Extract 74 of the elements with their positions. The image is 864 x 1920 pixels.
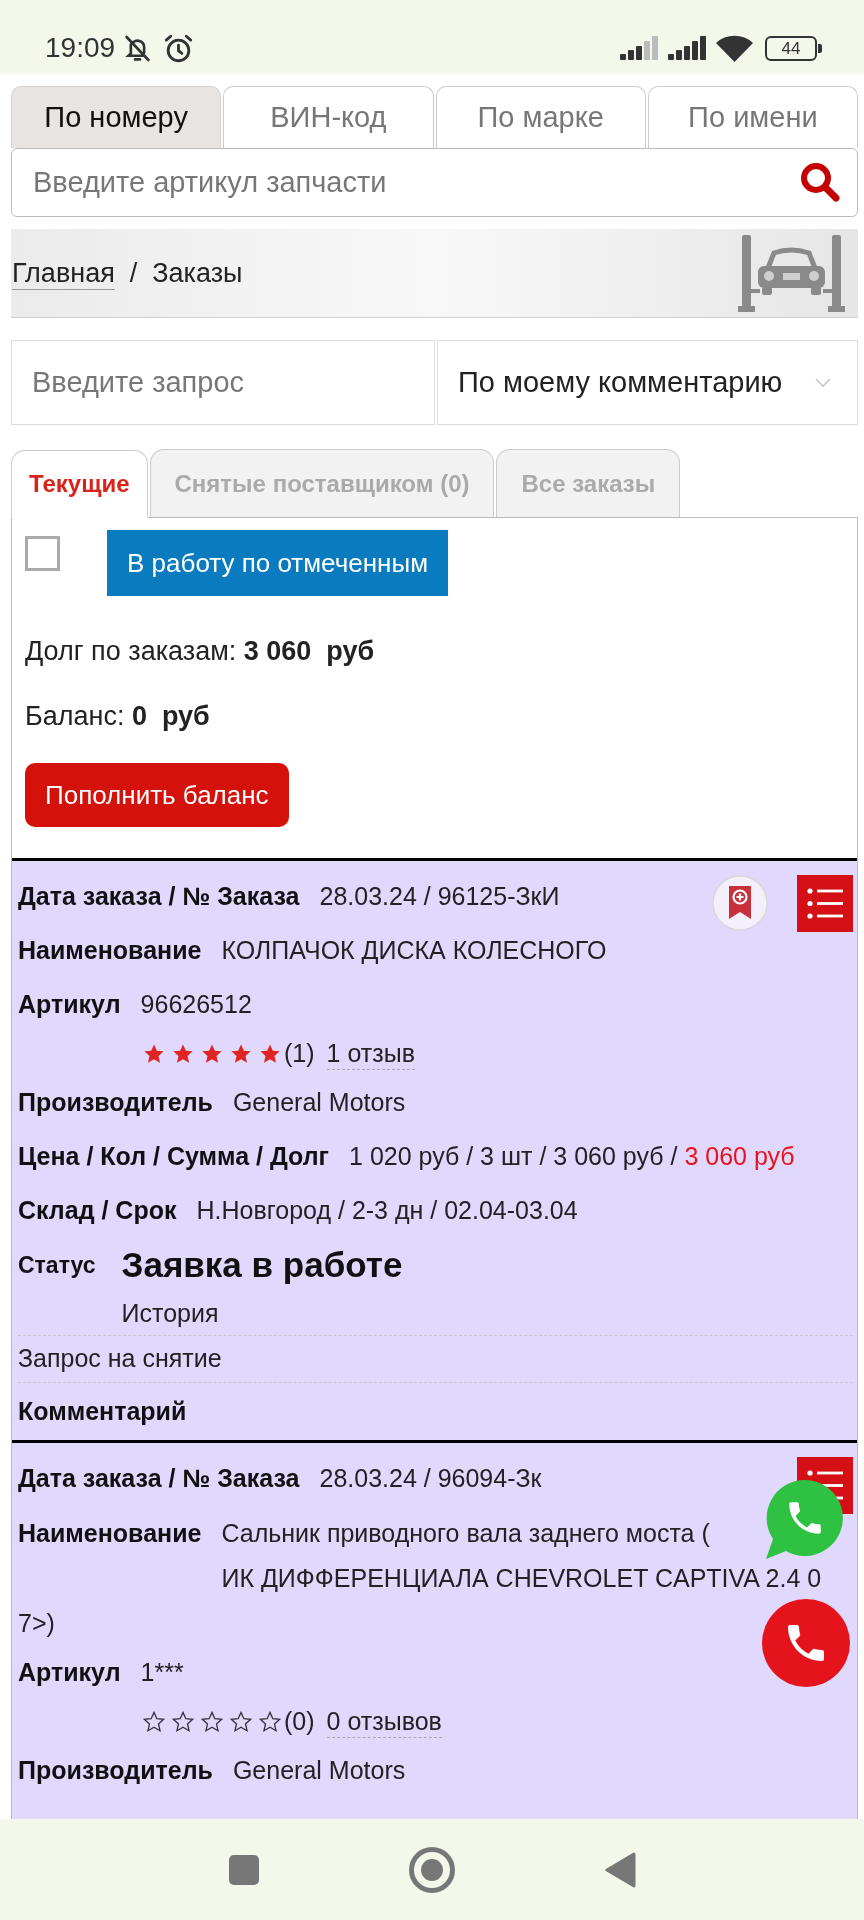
bulk-action-button[interactable]: В работу по отмеченным — [107, 530, 448, 596]
search-field[interactable]: Введите артикул запчасти — [11, 148, 858, 217]
balance-summary: Баланс: 0 руб — [25, 700, 210, 733]
order-status: Заявка в работе — [121, 1244, 403, 1287]
search-tab[interactable]: По имени — [647, 86, 858, 148]
top-up-button[interactable]: Пополнить баланс — [25, 763, 289, 827]
rating-count: (1) — [284, 1038, 315, 1070]
field-value: Н.Новгород / 2-3 дн / 02.04-03.04 — [196, 1195, 578, 1227]
breadcrumb-link[interactable]: Главная — [12, 252, 115, 294]
car-lift-icon — [738, 234, 845, 312]
field-label: Дата заказа / № Заказа — [18, 1463, 300, 1495]
query-field[interactable]: Введите запрос — [11, 340, 435, 425]
field-label: Дата заказа / № Заказа — [18, 881, 300, 913]
field-value: 96626512 — [140, 989, 252, 1021]
debt-value: 3 060 руб — [684, 1141, 795, 1173]
field-value-line: ИК ДИФФЕРЕНЦИАЛА CHEVROLET CAPTIVA 2.4 0 — [221, 1566, 822, 1591]
field-label: Производитель — [18, 1755, 213, 1787]
star-icon — [259, 1711, 281, 1733]
field-value: 1*** — [140, 1657, 184, 1689]
star-icon — [259, 1043, 281, 1065]
signal-icon — [620, 36, 659, 60]
cancel-request-link[interactable]: Запрос на снятие — [18, 1340, 222, 1378]
field-value-line: Сальник приводного вала заднего моста ( — [221, 1521, 710, 1546]
alarm-clock-icon — [163, 32, 195, 64]
signal-icon — [668, 36, 707, 60]
field-value: КОЛПАЧОК ДИСКА КОЛЕСНОГО — [221, 935, 607, 967]
star-icon — [172, 1043, 194, 1065]
sort-select[interactable]: По моему комментарию — [437, 340, 858, 425]
wifi-icon — [716, 34, 753, 62]
star-icon — [172, 1711, 194, 1733]
star-icon — [201, 1711, 223, 1733]
order-tab[interactable]: Текущие — [11, 450, 148, 518]
rating-count: (0) — [284, 1706, 315, 1738]
field-label: Цена / Кол / Сумма / Долг — [18, 1141, 330, 1173]
home-icon[interactable] — [408, 1846, 455, 1893]
recent-apps-icon[interactable] — [228, 1854, 259, 1885]
field-value: General Motors — [232, 1755, 406, 1787]
field-value-line: 7>) — [18, 1611, 55, 1636]
field-label: Наименование — [18, 1521, 202, 1546]
reviews-link[interactable]: 0 отзывов — [326, 1705, 442, 1739]
field-label: Наименование — [18, 935, 202, 967]
status-time: 19:09 — [45, 34, 116, 62]
field-value: General Motors — [232, 1087, 406, 1119]
chevron-down-icon — [815, 377, 831, 388]
field-label: Артикул — [18, 1657, 121, 1689]
field-value: 1 020 руб / 3 шт / 3 060 руб / — [349, 1141, 678, 1173]
field-label: Производитель — [18, 1087, 213, 1119]
reviews-link[interactable]: 1 отзыв — [326, 1037, 415, 1071]
battery-indicator: 44 — [765, 35, 822, 61]
breadcrumb-separator: / — [129, 256, 138, 290]
field-label: Артикул — [18, 989, 121, 1021]
select-all-checkbox[interactable] — [25, 536, 60, 571]
star-icon — [201, 1043, 223, 1065]
search-tab[interactable]: По марке — [435, 86, 646, 148]
bookmark-plus-icon[interactable] — [712, 875, 768, 931]
star-icon — [230, 1711, 252, 1733]
comment-label: Комментарий — [18, 1395, 187, 1427]
field-label: Склад / Срок — [18, 1195, 177, 1227]
list-icon[interactable] — [797, 874, 853, 932]
star-icon — [143, 1711, 165, 1733]
star-icon — [230, 1043, 252, 1065]
star-icon — [143, 1043, 165, 1065]
search-tab[interactable]: По номеру — [11, 86, 222, 148]
breadcrumb-current: Заказы — [152, 256, 243, 290]
debt-summary: Долг по заказам: 3 060 руб — [25, 635, 375, 668]
phone-call-icon[interactable] — [762, 1599, 850, 1687]
history-link[interactable]: История — [121, 1295, 219, 1333]
bell-off-icon — [123, 33, 153, 63]
search-tab[interactable]: ВИН-код — [223, 86, 434, 148]
field-label: Статус — [18, 1251, 96, 1281]
back-icon[interactable] — [604, 1851, 636, 1888]
field-value: 28.03.24 / 96125-ЗкИ — [319, 881, 560, 913]
field-value: 28.03.24 / 96094-Зк — [319, 1463, 542, 1495]
search-icon[interactable] — [800, 162, 840, 202]
